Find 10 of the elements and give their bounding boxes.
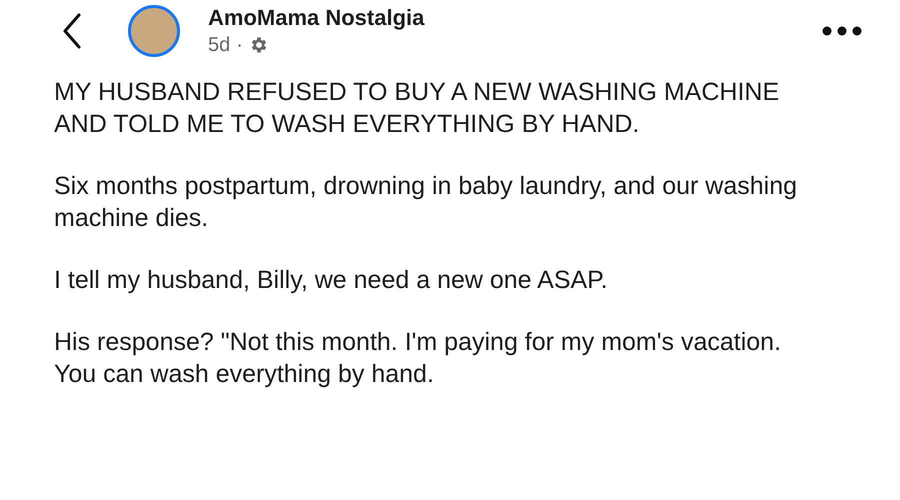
author-name[interactable]: AmoMama Nostalgia — [208, 6, 822, 30]
post-paragraph: His response? "Not this month. I'm paying for my mom's vacation. You can wash everything by hand. — [54, 327, 782, 390]
post-paragraph: I tell my husband, Billy, we need a new one ASAP. — [54, 265, 609, 296]
avatar[interactable] — [128, 5, 180, 57]
post-paragraph: Six months postpartum, drowning in baby laundry, and our washing machine dies. — [54, 171, 798, 234]
post-paragraph: MY HUSBAND REFUSED TO BUY A NEW WASHING MACHINE AND TOLD ME TO WASH EVERYTHING BY HAND. — [54, 77, 780, 140]
more-options-icon[interactable] — [822, 26, 862, 36]
post-time: 5d — [208, 34, 230, 56]
separator-dot: · — [236, 34, 243, 56]
back-icon[interactable] — [62, 13, 82, 49]
